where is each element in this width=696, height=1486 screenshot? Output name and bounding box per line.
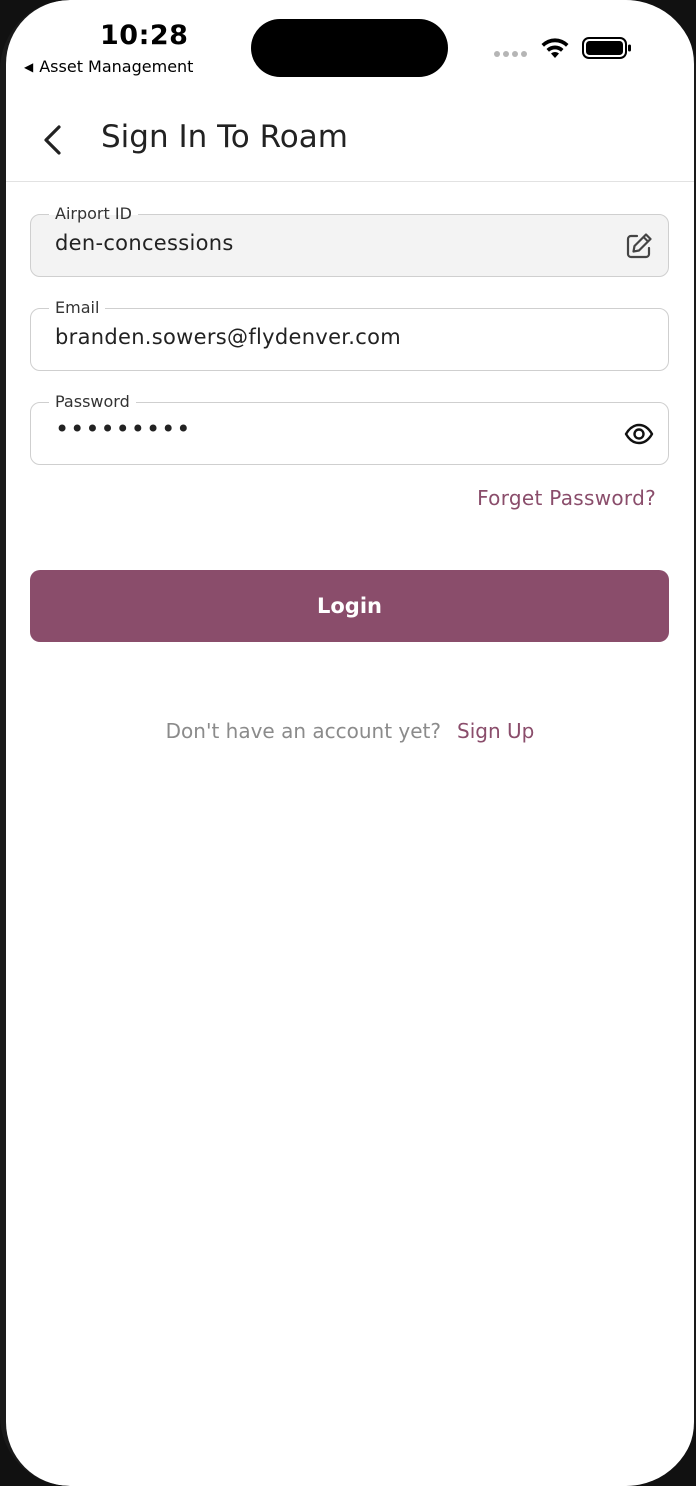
dynamic-island: [251, 19, 448, 77]
app-header: Sign In To Roam: [6, 100, 694, 182]
email-value: branden.sowers@flydenver.com: [55, 325, 402, 349]
password-label: Password: [49, 392, 136, 412]
email-field[interactable]: Email branden.sowers@flydenver.com: [30, 298, 669, 371]
signup-row: Don't have an account yet? Sign Up: [6, 719, 694, 743]
back-triangle-icon: ◀: [24, 59, 34, 74]
app-screen: 10:28 ◀ Asset Management Sign In To Roam: [6, 0, 694, 1486]
password-value: •••••••••: [55, 415, 192, 443]
eye-icon[interactable]: [624, 419, 654, 449]
signup-prompt: Don't have an account yet?: [165, 719, 442, 743]
chevron-left-icon[interactable]: [36, 122, 72, 158]
airport-id-field[interactable]: Airport ID den-concessions: [30, 204, 669, 277]
edit-icon[interactable]: [624, 231, 654, 261]
wifi-icon: [541, 38, 569, 58]
forgot-password-link[interactable]: Forget Password?: [477, 486, 656, 510]
email-label: Email: [49, 298, 106, 318]
login-button[interactable]: Login: [30, 570, 669, 642]
status-time: 10:28: [100, 20, 189, 51]
airport-id-value: den-concessions: [55, 231, 234, 255]
signup-link[interactable]: Sign Up: [457, 719, 534, 743]
back-to-app-label: Asset Management: [39, 57, 194, 76]
device-frame: 10:28 ◀ Asset Management Sign In To Roam: [0, 0, 696, 1486]
battery-icon: [582, 37, 631, 59]
airport-id-label: Airport ID: [49, 204, 138, 224]
back-to-app-link[interactable]: ◀ Asset Management: [24, 57, 193, 76]
cellular-signal-icon: [494, 51, 527, 57]
page-title: Sign In To Roam: [101, 119, 348, 155]
password-field[interactable]: Password •••••••••: [30, 392, 669, 465]
